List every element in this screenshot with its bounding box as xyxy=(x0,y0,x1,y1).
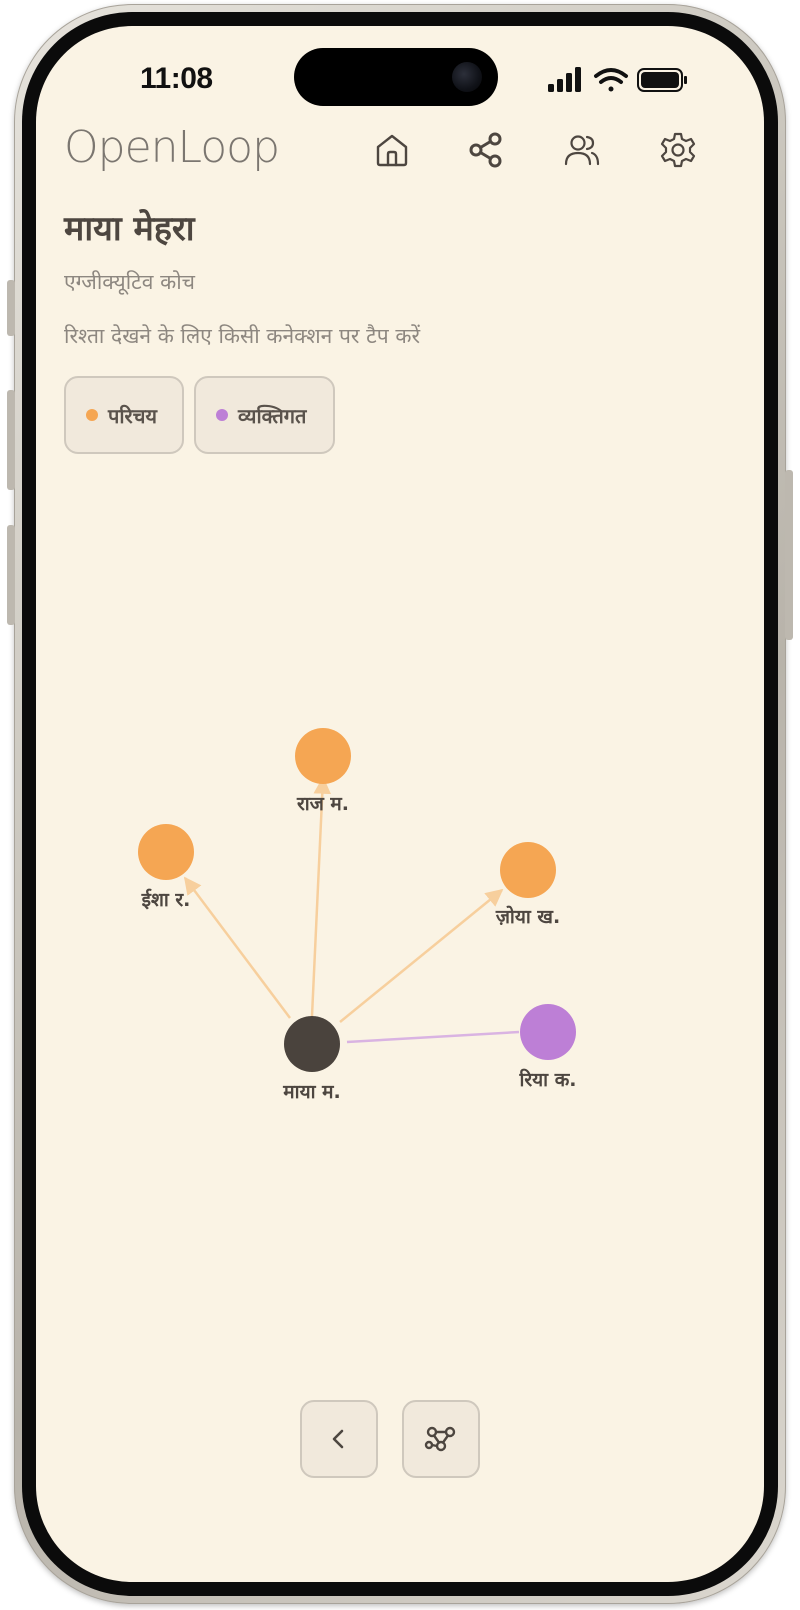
node-label-zoya[interactable]: ज़ोया ख. xyxy=(448,903,608,929)
battery-icon xyxy=(637,68,687,92)
signal-icon xyxy=(548,67,581,92)
node-label-riya[interactable]: रिया क. xyxy=(468,1066,628,1092)
network-button[interactable] xyxy=(402,1400,480,1478)
hint-text: रिश्ता देखने के लिए किसी कनेक्शन पर टैप … xyxy=(64,324,421,348)
graph-node-raj xyxy=(295,728,351,784)
mute-switch xyxy=(7,280,15,336)
network-icon xyxy=(424,1426,456,1452)
filter-chip-label: व्यक्तिगत xyxy=(238,403,307,428)
node-label-isha[interactable]: ईशा र. xyxy=(86,886,246,912)
app-logo[interactable]: OpenLoop xyxy=(64,122,280,173)
chevron-left-icon xyxy=(332,1429,344,1449)
status-icons xyxy=(548,66,688,100)
share-icon[interactable] xyxy=(466,130,506,170)
filter-chip-personal[interactable]: व्यक्तिगत xyxy=(194,376,335,454)
home-icon[interactable] xyxy=(372,130,412,170)
wifi-icon xyxy=(594,68,628,92)
node-label-raj[interactable]: राज म. xyxy=(243,790,403,816)
profile-name: माया मेहरा xyxy=(64,209,195,249)
camera-icon xyxy=(452,62,482,92)
graph-node-riya xyxy=(520,1004,576,1060)
graph-node-isha xyxy=(138,824,194,880)
intro-dot-icon xyxy=(86,409,98,421)
app-header: OpenLoop xyxy=(36,122,764,178)
personal-dot-icon xyxy=(216,409,228,421)
filter-chip-label: परिचय xyxy=(108,403,158,428)
node-label-center[interactable]: माया म. xyxy=(232,1078,392,1104)
filter-chip-intro[interactable]: परिचय xyxy=(64,376,184,454)
power-button xyxy=(785,470,793,640)
edge-center-riya xyxy=(346,1030,520,1044)
users-icon[interactable] xyxy=(562,130,602,170)
dynamic-island xyxy=(294,48,498,106)
status-time: 11:08 xyxy=(140,62,213,95)
gear-icon[interactable] xyxy=(658,130,698,170)
graph-node-zoya xyxy=(500,842,556,898)
graph-node-center xyxy=(284,1016,340,1072)
volume-up-button xyxy=(7,390,15,490)
profile-role: एग्जीक्यूटिव कोच xyxy=(64,270,195,294)
volume-down-button xyxy=(7,525,15,625)
app-screen: 11:08 OpenLoop माया मेहरा एग्जीक्यूटिव क… xyxy=(36,26,764,1582)
back-button[interactable] xyxy=(300,1400,378,1478)
